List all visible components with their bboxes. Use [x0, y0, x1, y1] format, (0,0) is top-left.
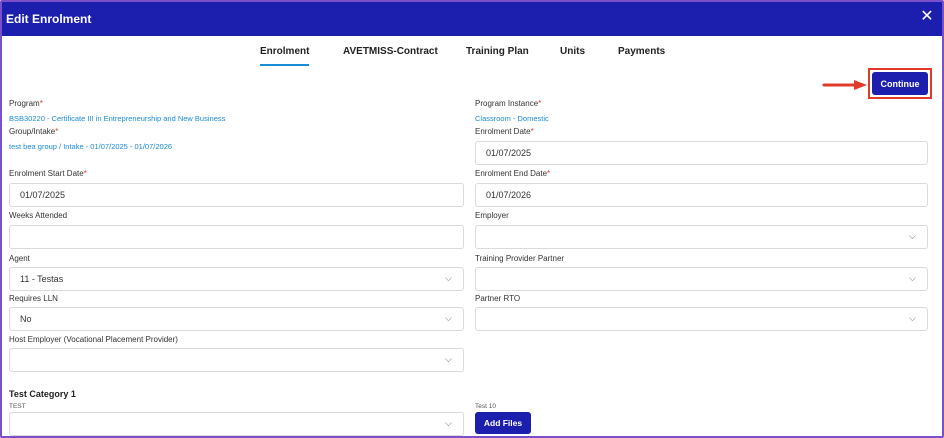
add-files-button[interactable]: Add Files	[475, 412, 531, 434]
test-category-title: Test Category 1	[9, 389, 76, 399]
test10-label: Test 10	[475, 403, 496, 410]
chevron-down-icon: ⌵	[445, 273, 452, 283]
tab-bar: Enrolment AVETMISS-Contract Training Pla…	[2, 46, 942, 68]
chevron-down-icon: ⌵	[445, 418, 452, 428]
enrolment-start-date-input[interactable]: 01/07/2025	[9, 183, 464, 207]
host-employer-label: Host Employer (Vocational Placement Prov…	[9, 335, 178, 344]
close-icon[interactable]: ✕	[918, 8, 936, 26]
employer-label: Employer	[475, 211, 509, 220]
training-provider-partner-label: Training Provider Partner	[475, 254, 565, 263]
group-intake-link[interactable]: test bea group / Intake - 01/07/2025 - 0…	[9, 142, 172, 151]
tab-units[interactable]: Units	[560, 46, 585, 66]
requires-lln-value: No	[20, 314, 32, 324]
enrolment-start-date-label: Enrolment Start Date*	[9, 169, 87, 178]
modal-header: Edit Enrolment ✕	[2, 2, 942, 36]
continue-highlight: Continue	[868, 68, 932, 99]
enrolment-start-date-value: 01/07/2025	[20, 190, 66, 200]
enrolment-end-date-value: 01/07/2026	[486, 190, 532, 200]
host-employer-select[interactable]: ⌵	[9, 348, 464, 372]
enrolment-date-label: Enrolment Date*	[475, 127, 534, 136]
chevron-down-icon: ⌵	[909, 313, 916, 323]
arrow-right-icon	[822, 80, 867, 90]
requires-lln-label: Requires LLN	[9, 294, 58, 303]
enrolment-end-date-input[interactable]: 01/07/2026	[475, 183, 928, 207]
chevron-down-icon: ⌵	[909, 273, 916, 283]
chevron-down-icon: ⌵	[445, 354, 452, 364]
program-instance-label: Program Instance*	[475, 99, 542, 108]
enrolment-end-date-label: Enrolment End Date*	[475, 169, 551, 178]
enrolment-date-value: 01/07/2025	[486, 148, 532, 158]
agent-label: Agent	[9, 254, 30, 263]
partner-rto-label: Partner RTO	[475, 294, 521, 303]
tab-enrolment[interactable]: Enrolment	[260, 46, 310, 66]
enrolment-date-input[interactable]: 01/07/2025	[475, 141, 928, 165]
edit-enrolment-modal: Edit Enrolment ✕ Enrolment AVETMISS-Cont…	[0, 0, 944, 438]
chevron-down-icon: ⌵	[445, 313, 452, 323]
chevron-down-icon: ⌵	[909, 231, 916, 241]
test-label: TEST	[9, 403, 26, 410]
tab-avetmiss-contract[interactable]: AVETMISS-Contract	[343, 46, 438, 66]
continue-button[interactable]: Continue	[872, 72, 928, 95]
employer-select[interactable]: ⌵	[475, 225, 928, 249]
program-link[interactable]: BSB30220 - Certificate III in Entreprene…	[9, 114, 225, 123]
agent-select[interactable]: 11 - Testas ⌵	[9, 267, 464, 291]
test-select[interactable]: ⌵	[9, 412, 464, 436]
program-instance-link[interactable]: Classroom - Domestic	[475, 114, 549, 123]
agent-value: 11 - Testas	[20, 274, 64, 284]
partner-rto-select[interactable]: ⌵	[475, 307, 928, 331]
training-provider-partner-select[interactable]: ⌵	[475, 267, 928, 291]
tab-training-plan[interactable]: Training Plan	[466, 46, 529, 66]
tab-payments[interactable]: Payments	[618, 46, 665, 66]
modal-title: Edit Enrolment	[6, 12, 92, 26]
weeks-attended-label: Weeks Attended	[9, 211, 68, 220]
weeks-attended-input[interactable]	[9, 225, 464, 249]
program-label: Program*	[9, 99, 43, 108]
group-intake-label: Group/Intake*	[9, 127, 59, 136]
requires-lln-select[interactable]: No ⌵	[9, 307, 464, 331]
